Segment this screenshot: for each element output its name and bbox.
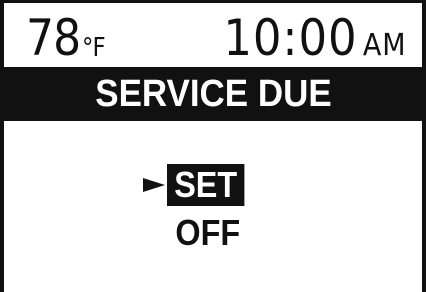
display-screen: 78°F 10:00 AM SERVICE DUE SET OFF <box>0 0 426 292</box>
temperature-unit: °F <box>81 33 106 63</box>
screen-title: SERVICE DUE <box>94 72 332 115</box>
menu-item-label: OFF <box>175 212 241 253</box>
bezel-right-edge <box>422 0 426 292</box>
temperature-value: 78 <box>26 9 81 67</box>
title-banner: SERVICE DUE <box>0 67 426 121</box>
menu-item-set[interactable]: SET <box>143 164 253 206</box>
menu-item-off[interactable]: OFF <box>143 212 259 254</box>
status-bar: 78°F 10:00 AM <box>4 3 422 67</box>
clock-period: AM <box>362 28 406 63</box>
temperature-readout: 78°F <box>26 13 106 63</box>
triangle-right-icon <box>143 164 167 206</box>
menu-item-label: SET <box>167 164 245 206</box>
clock-time: 10:00 <box>222 9 358 67</box>
clock-readout: 10:00 AM <box>223 13 406 71</box>
